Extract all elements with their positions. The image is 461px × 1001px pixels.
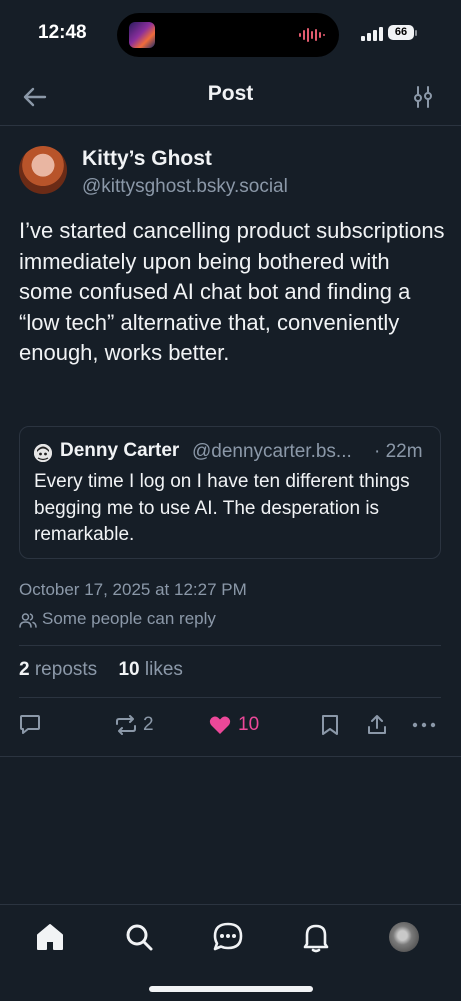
reply-setting-label: Some people can reply (42, 609, 216, 628)
cellular-signal-icon (361, 27, 383, 41)
reposts-count: 2 (19, 659, 30, 680)
share-icon (368, 715, 386, 734)
more-icon (412, 722, 436, 728)
quote-avatar-face-icon (34, 444, 52, 462)
quote-text: Every time I log on I have ten different… (34, 471, 410, 545)
battery-tip (415, 30, 417, 36)
divider (0, 756, 461, 757)
repost-icon (116, 715, 136, 735)
home-indicator (149, 986, 313, 992)
post-text: I’ve started cancelling product subscrip… (19, 218, 445, 365)
quoted-post[interactable]: Denny Carter @dennycarter.bs... · 22m Ev… (19, 426, 441, 559)
bookmark-icon (322, 715, 338, 735)
post-actions: 2 10 (0, 705, 461, 747)
likes-count-link[interactable]: 10 likes (118, 659, 182, 680)
chat-icon[interactable] (211, 920, 245, 954)
bookmark-button[interactable] (319, 713, 341, 739)
page-title: Post (207, 82, 254, 105)
heart-icon (209, 716, 231, 734)
audio-wave-icon (299, 28, 325, 42)
reposts-label: reposts (34, 659, 98, 680)
author-name[interactable]: Kitty’s Ghost (82, 147, 212, 171)
battery-level: 66 (388, 25, 414, 40)
share-button[interactable] (365, 713, 389, 739)
bottom-tab-bar (0, 904, 461, 1001)
post-date: October 17, 2025 at 12:27 PM (19, 580, 247, 599)
like-button[interactable]: 10 (208, 713, 262, 739)
quote-author-avatar (34, 444, 52, 462)
home-icon[interactable] (33, 920, 67, 954)
status-time: 12:48 (38, 22, 87, 43)
repost-button[interactable]: 2 (114, 713, 160, 739)
quote-author-name: Denny Carter (60, 440, 180, 461)
dynamic-island[interactable] (117, 13, 339, 57)
people-icon (19, 613, 37, 628)
battery-indicator: 66 (388, 25, 418, 42)
reply-icon (20, 715, 40, 734)
divider (19, 645, 441, 646)
more-options-button[interactable] (411, 713, 437, 739)
like-count: 10 (238, 714, 260, 735)
reply-button[interactable] (19, 713, 43, 739)
quote-author-handle: @dennycarter.bs... (192, 441, 352, 462)
reposts-count-link[interactable]: 2 reposts (19, 659, 97, 680)
engagement-counts: 2 reposts 10 likes (19, 659, 199, 681)
author-avatar[interactable] (19, 146, 67, 194)
likes-label: likes (144, 659, 183, 680)
divider (19, 697, 441, 698)
now-playing-artwork (129, 22, 155, 48)
quote-timestamp: · 22m (374, 441, 423, 462)
bell-icon[interactable] (299, 920, 333, 954)
likes-count: 10 (118, 659, 140, 680)
profile-avatar[interactable] (389, 922, 419, 952)
top-bar: Post (0, 70, 461, 126)
search-icon[interactable] (122, 920, 156, 954)
status-bar: 12:48 66 (0, 0, 461, 70)
author-handle[interactable]: @kittysghost.bsky.social (82, 176, 288, 198)
filter-sliders-icon[interactable] (410, 84, 436, 110)
repost-count: 2 (143, 714, 154, 735)
